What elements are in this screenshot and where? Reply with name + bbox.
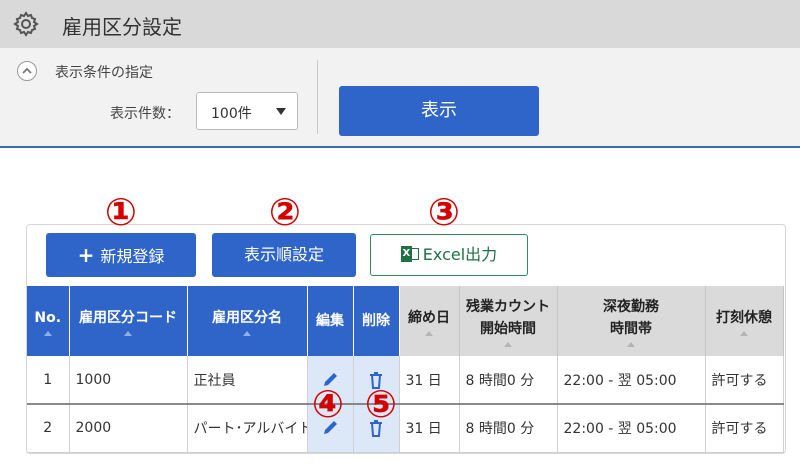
employment-type-table: No. 雇用区分コード 雇用区分名 編集 削除 締め日 残業カウント 開始時間 深…: [27, 286, 784, 453]
table-row: 1 1000 正社員 31 日 8 時間0 分 22:00 - 翌 05:00 …: [27, 356, 784, 405]
annotation-1: ①: [104, 190, 138, 234]
show-button[interactable]: 表示: [339, 86, 539, 136]
cell-name: パート･アルバイト: [187, 404, 308, 453]
excel-icon: X: [400, 246, 419, 262]
sort-icon: [243, 330, 251, 336]
display-count-value: 100件: [211, 106, 252, 122]
display-count-select[interactable]: 100件: [196, 92, 298, 130]
page-title: 雇用区分設定: [62, 15, 182, 39]
col-header-overtime[interactable]: 残業カウント 開始時間: [459, 286, 558, 356]
chevron-up-icon: [22, 67, 32, 74]
cell-break: 許可する: [705, 404, 784, 453]
cell-overtime: 8 時間0 分: [459, 404, 558, 453]
col-header-no[interactable]: No.: [27, 286, 70, 356]
title-bar: 雇用区分設定: [0, 0, 800, 48]
cell-night: 22:00 - 翌 05:00: [557, 404, 706, 453]
cell-code: 1000: [69, 356, 188, 405]
col-header-delete: 削除: [353, 286, 400, 356]
sort-icon: [124, 330, 132, 336]
cell-closing-day: 31 日: [399, 356, 460, 405]
sort-icon: [425, 330, 433, 336]
cell-overtime: 8 時間0 分: [459, 356, 558, 405]
sort-icon: [740, 330, 748, 336]
excel-export-button[interactable]: X Excel出力: [370, 234, 528, 276]
collapse-toggle[interactable]: [17, 61, 37, 81]
cell-closing-day: 31 日: [399, 404, 460, 453]
new-register-label: 新規登録: [100, 247, 165, 266]
sort-icon: [43, 330, 52, 336]
display-conditions-panel: 表示条件の指定 表示件数： 100件 表示: [0, 48, 800, 148]
sort-icon: [627, 341, 635, 347]
annotation-3: ③: [427, 190, 461, 234]
annotation-4: ④: [311, 382, 345, 426]
conditions-title: 表示条件の指定: [55, 65, 153, 81]
sort-icon: [504, 341, 512, 347]
cell-night: 22:00 - 翌 05:00: [557, 356, 706, 405]
col-header-edit: 編集: [307, 286, 354, 356]
col-header-code[interactable]: 雇用区分コード: [69, 286, 188, 356]
cell-name: 正社員: [187, 356, 308, 405]
cell-no: 2: [27, 404, 70, 453]
annotation-2: ②: [268, 190, 302, 234]
excel-export-label: Excel出力: [422, 245, 498, 264]
col-header-closing-day[interactable]: 締め日: [399, 286, 460, 356]
cell-break: 許可する: [705, 356, 784, 405]
plus-icon: +: [77, 243, 95, 267]
col-header-night[interactable]: 深夜勤務 時間帯: [557, 286, 706, 356]
new-register-button[interactable]: + 新規登録: [46, 233, 196, 277]
display-order-button[interactable]: 表示順設定: [212, 233, 356, 277]
table-row: 2 2000 パート･アルバイト 31 日 8 時間0 分 22:00 - 翌 …: [27, 404, 784, 453]
col-header-break[interactable]: 打刻休憩: [705, 286, 784, 356]
cell-no: 1: [27, 356, 70, 405]
cell-code: 2000: [69, 404, 188, 453]
display-count-label: 表示件数：: [110, 106, 180, 122]
display-order-label: 表示順設定: [243, 245, 324, 264]
divider: [317, 60, 318, 134]
annotation-5: ⑤: [364, 382, 398, 426]
gear-icon: [13, 11, 39, 37]
col-header-name[interactable]: 雇用区分名: [187, 286, 308, 356]
dropdown-caret-icon: [276, 108, 286, 115]
